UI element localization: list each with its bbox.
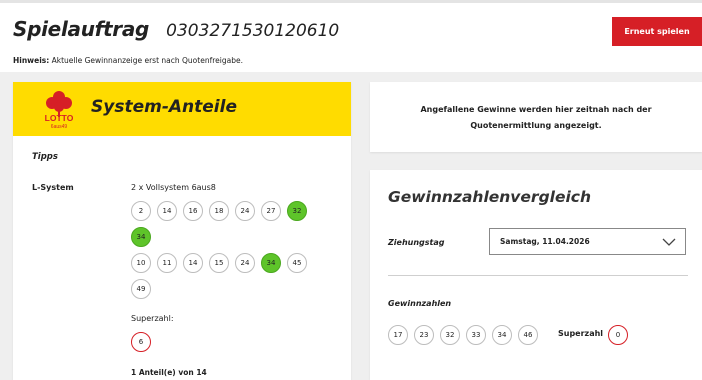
tipp-number-ball: 32	[287, 201, 307, 221]
winning-number-ball: 23	[414, 325, 434, 345]
info-card: Angefallene Gewinne werden hier zeitnah …	[370, 82, 702, 152]
tipp-number-ball: 24	[235, 201, 255, 221]
compare-superzahl-ball: 0	[608, 325, 628, 345]
tipp-number-ball: 14	[183, 253, 203, 273]
lotto-logo-icon: LOTTO 6aus49	[45, 91, 74, 130]
winning-number-ball: 32	[440, 325, 460, 345]
superzahl-ball: 6	[131, 332, 151, 352]
hint-label: Hinweis:	[13, 56, 50, 65]
system-type: 2 x Vollsystem 6aus8	[131, 183, 216, 192]
winning-number-ball: 46	[518, 325, 538, 345]
tipp-number-ball: 45	[287, 253, 307, 273]
draw-date-select[interactable]: Samstag, 11.04.2026	[489, 228, 686, 255]
tipp-number-ball: 15	[209, 253, 229, 273]
page-title: Spielauftrag	[13, 17, 150, 41]
tipp-number-ball: 49	[131, 279, 151, 299]
winning-numbers-label: Gewinnzahlen	[388, 299, 452, 308]
replay-button[interactable]: Erneut spielen	[612, 17, 702, 46]
divider	[388, 275, 688, 276]
logo-text: LOTTO	[45, 113, 74, 123]
superzahl-label: Superzahl:	[131, 314, 174, 323]
tipp-number-ball: 14	[157, 201, 177, 221]
winning-number-ball: 33	[466, 325, 486, 345]
tipp-number-ball: 34	[261, 253, 281, 273]
tipp-number-ball: 10	[131, 253, 151, 273]
compare-title: Gewinnzahlenvergleich	[388, 188, 592, 206]
compare-superzahl-label: Superzahl	[558, 329, 604, 338]
tipp-number-ball: 2	[131, 201, 151, 221]
system-card-header: LOTTO 6aus49 System-Anteile	[13, 82, 351, 136]
winning-number-ball: 17	[388, 325, 408, 345]
tipp-number-ball: 16	[183, 201, 203, 221]
draw-date-label: Ziehungstag	[388, 238, 445, 247]
tipp-number-ball: 11	[157, 253, 177, 273]
tipp-number-ball: 27	[261, 201, 281, 221]
hint-message: Aktuelle Gewinnanzeige erst nach Quotenf…	[51, 56, 243, 65]
hint-text: Hinweis: Aktuelle Gewinnanzeige erst nac…	[13, 56, 243, 65]
logo-sub: 6aus49	[51, 124, 68, 130]
tipp-number-ball: 24	[235, 253, 255, 273]
info-line-1: Angefallene Gewinne werden hier zeitnah …	[420, 105, 652, 114]
draw-date-value: Samstag, 11.04.2026	[500, 237, 590, 246]
anteil-text: 1 Anteil(e) von 14	[131, 368, 207, 377]
tipps-label: Tipps	[32, 152, 58, 162]
lsystem-label: L-System	[32, 183, 74, 192]
chevron-down-icon	[662, 238, 676, 246]
page-header: Spielauftrag 0303271530120610 Hinweis: A…	[0, 0, 702, 72]
tipp-number-ball: 34	[131, 227, 151, 247]
system-card: LOTTO 6aus49 System-Anteile Tipps L-Syst…	[13, 82, 351, 380]
info-line-2: Quotenermittlung angezeigt.	[470, 121, 602, 130]
title-row: Spielauftrag 0303271530120610	[13, 17, 339, 41]
compare-card: Gewinnzahlenvergleich Ziehungstag Samsta…	[370, 170, 702, 380]
info-message: Angefallene Gewinne werden hier zeitnah …	[390, 102, 682, 134]
winning-number-ball: 34	[492, 325, 512, 345]
system-card-title: System-Anteile	[91, 97, 237, 117]
order-number: 0303271530120610	[166, 21, 340, 41]
tipp-number-ball: 18	[209, 201, 229, 221]
